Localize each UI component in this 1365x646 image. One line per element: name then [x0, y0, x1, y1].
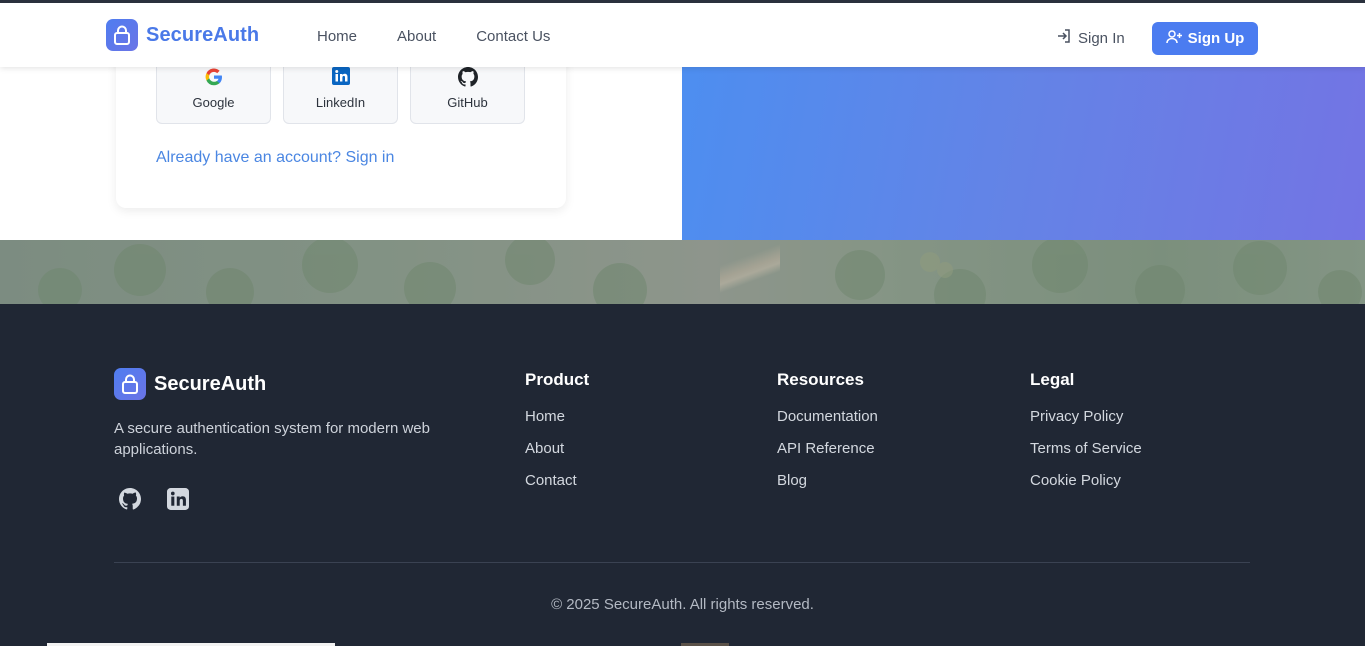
nav-home[interactable]: Home [317, 28, 357, 45]
column-title: Legal [1030, 370, 1075, 389]
sign-in-label: Sign In [1078, 29, 1125, 47]
landscape-background-image [0, 240, 1365, 304]
google-icon [157, 67, 270, 87]
brand-name: SecureAuth [146, 23, 260, 46]
footer-link-cookie-policy[interactable]: Cookie Policy [1030, 472, 1142, 491]
site-footer: SecureAuth A secure authentication syste… [0, 304, 1365, 646]
github-label: GitHub [447, 95, 488, 110]
footer-column-legal: Legal Privacy Policy Terms of Service Co… [1030, 370, 1142, 504]
footer-description: A secure authentication system for moder… [114, 420, 430, 458]
user-plus-icon [1165, 29, 1183, 49]
footer-link-api-reference[interactable]: API Reference [777, 440, 878, 459]
nav-contact-us[interactable]: Contact Us [476, 28, 550, 45]
sign-up-button[interactable]: Sign Up [1152, 22, 1258, 55]
column-title: Resources [777, 370, 864, 389]
linkedin-icon [284, 67, 397, 85]
footer-brand-name: SecureAuth [154, 372, 267, 395]
github-icon [411, 67, 524, 87]
main-nav: Home About Contact Us [317, 28, 550, 45]
footer-link-about[interactable]: About [525, 440, 589, 459]
footer-brand[interactable]: SecureAuth [114, 368, 266, 400]
hero-gradient-panel [682, 67, 1365, 240]
footer-link-terms-of-service[interactable]: Terms of Service [1030, 440, 1142, 459]
footer-column-resources: Resources Documentation API Reference Bl… [777, 370, 878, 504]
linkedin-signup-button[interactable]: LinkedIn [283, 67, 398, 124]
sign-up-label: Sign Up [1187, 30, 1245, 47]
brand-logo-link[interactable]: SecureAuth [106, 19, 259, 51]
footer-divider [114, 562, 1250, 563]
nav-about[interactable]: About [397, 28, 436, 45]
sign-in-link[interactable]: Already have an account? Sign in [156, 149, 394, 167]
footer-link-blog[interactable]: Blog [777, 472, 878, 491]
footer-link-documentation[interactable]: Documentation [777, 408, 878, 427]
footer-column-product: Product Home About Contact [525, 370, 589, 504]
github-icon[interactable] [119, 488, 141, 510]
google-label: Google [192, 95, 235, 110]
linkedin-label: LinkedIn [315, 95, 366, 110]
footer-link-contact[interactable]: Contact [525, 472, 589, 491]
column-title: Product [525, 370, 590, 389]
github-signup-button[interactable]: GitHub [410, 67, 525, 124]
lock-icon [114, 368, 146, 400]
sign-in-button[interactable]: Sign In [1056, 28, 1125, 48]
sign-in-icon [1056, 28, 1072, 48]
google-signup-button[interactable]: Google [156, 67, 271, 124]
footer-link-privacy-policy[interactable]: Privacy Policy [1030, 408, 1142, 427]
lock-icon [106, 19, 138, 51]
top-navbar: SecureAuth Home About Contact Us Sign In… [0, 0, 1365, 67]
linkedin-icon[interactable] [167, 488, 189, 510]
footer-link-home[interactable]: Home [525, 408, 589, 427]
signup-pane: Google LinkedIn GitHub Already have an a… [0, 0, 682, 240]
copyright-text: © 2025 SecureAuth. All rights reserved. [551, 596, 814, 613]
